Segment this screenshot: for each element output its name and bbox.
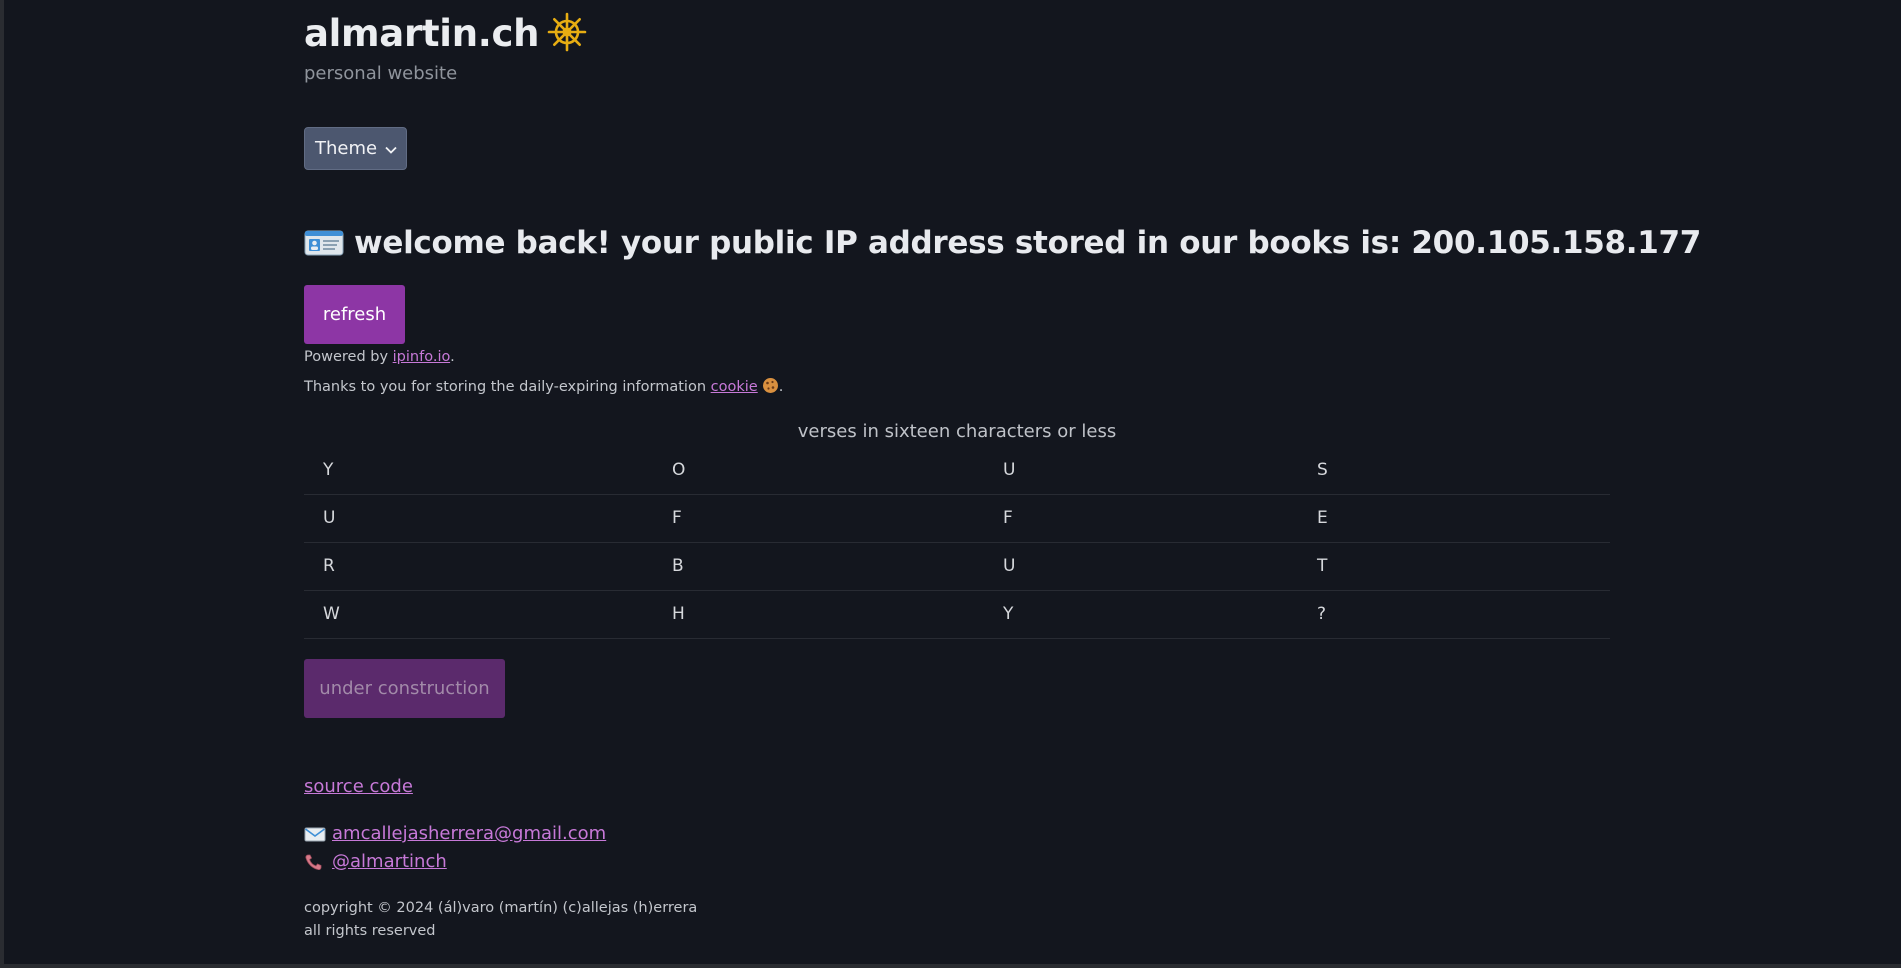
copyright-text: copyright © 2024 (ál)varo (martín) (c)al… [304,900,698,916]
email-icon [304,825,326,843]
table-cell: E [1298,494,1610,543]
theme-dropdown-button[interactable]: Theme [304,127,407,170]
site-title: almartin.ch [304,12,587,61]
under-construction-button[interactable]: under construction [304,659,505,718]
table-cell: U [304,494,653,543]
powered-by-text: Powered by ipinfo.io. [304,349,455,365]
ipinfo-link[interactable]: ipinfo.io [393,349,450,365]
table-cell: F [984,494,1298,543]
table-cell: ? [1298,590,1610,639]
ip-headline: welcome back! your public IP address sto… [304,225,1701,261]
table-cell: O [653,446,984,495]
refresh-button[interactable]: refresh [304,285,405,344]
phone-icon [304,853,326,871]
table-cell: F [653,494,984,543]
verses-table: Y O U S U F F E R B U T W H Y ? [304,446,1610,639]
table-cell: Y [984,590,1298,639]
table-row: U F F E [304,494,1610,543]
table-row: W H Y ? [304,590,1610,639]
verses-caption: verses in sixteen characters or less [797,421,1117,442]
thanks-suffix: . [778,379,784,395]
powered-prefix: Powered by [304,349,393,365]
ip-headline-text: welcome back! your public IP address sto… [354,225,1702,261]
email-link[interactable]: amcallejasherrera@gmail.com [332,823,606,844]
handle-link[interactable]: @almartinch [332,851,447,872]
table-cell: H [653,590,984,639]
table-cell: S [1298,446,1610,495]
table-cell: Y [304,446,653,495]
table-cell: U [984,446,1298,495]
cookie-icon [762,377,779,394]
table-row: R B U T [304,542,1610,591]
table-cell: R [304,542,653,591]
table-row: Y O U S [304,446,1610,495]
cookie-link[interactable]: cookie [711,379,758,395]
table-cell: U [984,542,1298,591]
site-title-text: almartin.ch [304,12,540,55]
phone-contact: @almartinch [304,851,447,872]
chevron-down-icon [385,138,397,159]
rights-text: all rights reserved [304,923,436,939]
site-subtitle: personal website [304,63,458,84]
thanks-prefix: Thanks to you for storing the daily-expi… [304,379,711,395]
table-cell: B [653,542,984,591]
theme-button-label: Theme [315,138,378,159]
email-contact: amcallejasherrera@gmail.com [304,823,606,844]
source-code-link[interactable]: source code [304,776,413,797]
table-cell: W [304,590,653,639]
table-cell: T [1298,542,1610,591]
ship-wheel-icon [547,12,587,61]
powered-suffix: . [450,349,455,365]
cookie-notice: Thanks to you for storing the daily-expi… [304,377,783,395]
id-card-icon [304,229,344,257]
